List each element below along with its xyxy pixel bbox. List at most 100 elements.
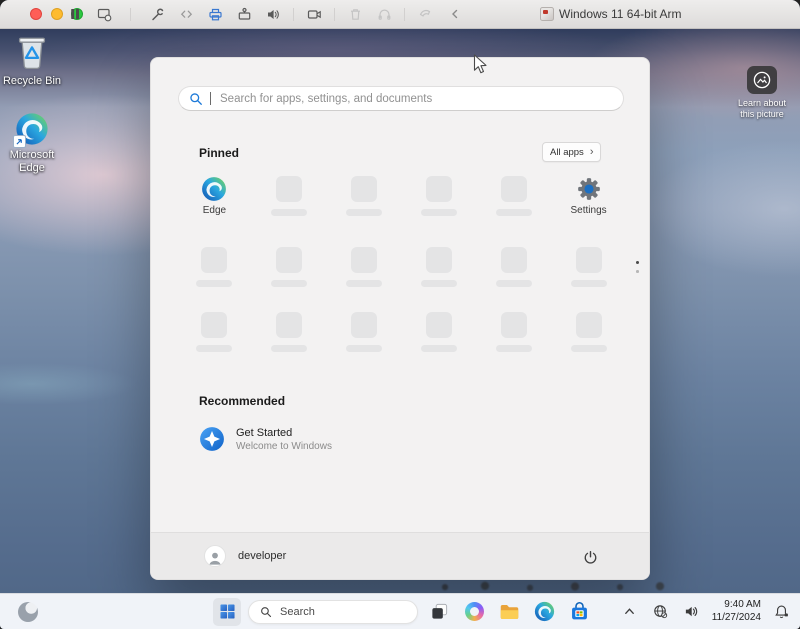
settings-gear-icon <box>576 176 602 202</box>
camera-icon[interactable] <box>305 4 323 24</box>
pinned-row-1: Edge Settings <box>177 176 626 216</box>
learn-about-picture[interactable]: Learn about this picture <box>732 66 792 121</box>
recommended-item-subtitle: Welcome to Windows <box>236 441 332 452</box>
pinned-app-edge[interactable]: Edge <box>177 176 252 216</box>
pinned-placeholder <box>476 247 551 287</box>
pinned-placeholder <box>177 247 252 287</box>
search-icon <box>189 92 203 106</box>
minimize-window-button[interactable] <box>51 8 63 20</box>
widgets-icon[interactable] <box>18 602 38 622</box>
pause-vm-icon[interactable] <box>66 4 84 24</box>
pinned-placeholder <box>252 312 327 352</box>
vm-document-icon <box>540 7 554 21</box>
clock[interactable]: 9:40 AM 11/27/2024 <box>712 599 761 624</box>
person-icon <box>207 550 223 566</box>
shortcut-arrow-icon <box>13 135 26 148</box>
window-title: Windows 11 64-bit Arm <box>559 7 682 21</box>
edge-icon <box>201 176 227 202</box>
pinned-app-label: Edge <box>203 205 226 216</box>
bell-icon <box>774 604 789 619</box>
copilot-button[interactable] <box>460 598 488 626</box>
start-search-box[interactable] <box>178 86 624 111</box>
start-menu-user-bar: developer <box>151 532 649 579</box>
microsoft-store-button[interactable] <box>565 598 593 626</box>
recycle-bin-icon <box>15 32 49 72</box>
windows-logo-icon <box>220 604 235 619</box>
tray-time: 9:40 AM <box>712 599 761 612</box>
edge-icon <box>534 601 555 622</box>
taskbar: Search <box>0 593 800 629</box>
chevron-right-icon: › <box>590 147 594 158</box>
network-button[interactable] <box>650 598 672 626</box>
learn-about-label: Learn about this picture <box>732 98 792 121</box>
task-view-icon <box>430 602 449 621</box>
toolbar-separator <box>293 8 294 21</box>
usb-device-icon[interactable] <box>235 4 253 24</box>
printer-icon[interactable] <box>206 4 224 24</box>
page-dot-active[interactable] <box>636 261 639 264</box>
user-name: developer <box>238 550 286 562</box>
pinned-placeholder <box>327 247 402 287</box>
trash-icon[interactable] <box>346 4 364 24</box>
pinned-placeholder <box>327 176 402 216</box>
notifications-button[interactable] <box>770 598 792 626</box>
page-dot[interactable] <box>636 270 639 273</box>
taskbar-search-label: Search <box>280 606 315 618</box>
all-apps-button[interactable]: All apps › <box>542 142 601 162</box>
pinned-placeholder <box>252 247 327 287</box>
sound-icon[interactable] <box>264 4 282 24</box>
user-profile-button[interactable]: developer <box>204 545 286 567</box>
task-view-button[interactable] <box>425 598 453 626</box>
hidden-icons-button[interactable] <box>619 598 641 626</box>
pinned-placeholder <box>551 312 626 352</box>
pinned-placeholder <box>476 176 551 216</box>
code-brackets-icon[interactable] <box>177 4 195 24</box>
toolbar-separator <box>334 8 335 21</box>
snapshots-icon[interactable] <box>95 4 113 24</box>
get-started-icon <box>199 426 225 452</box>
start-search-input[interactable] <box>218 92 613 106</box>
settings-wrench-icon[interactable] <box>148 4 166 24</box>
pinned-page-indicator[interactable] <box>636 261 639 273</box>
desktop-icon-recycle-bin[interactable]: Recycle Bin <box>0 32 64 88</box>
text-caret <box>210 92 211 105</box>
toolbar-separator <box>404 8 405 21</box>
vm-toolbar <box>66 0 463 28</box>
toolbar-separator <box>130 8 131 21</box>
file-explorer-button[interactable] <box>495 598 523 626</box>
pinned-placeholder <box>177 312 252 352</box>
pinned-placeholder <box>551 247 626 287</box>
pinned-app-settings[interactable]: Settings <box>551 176 626 216</box>
pinned-placeholder <box>402 176 477 216</box>
window-title-group: Windows 11 64-bit Arm <box>540 0 682 28</box>
power-button[interactable] <box>579 546 601 568</box>
pinned-header: Pinned <box>199 146 239 160</box>
titlebar: Windows 11 64-bit Arm <box>0 0 800 29</box>
start-button[interactable] <box>213 598 241 626</box>
pinned-placeholder <box>402 247 477 287</box>
recommended-item-get-started[interactable]: Get Started Welcome to Windows <box>199 426 332 452</box>
pinned-placeholder <box>402 312 477 352</box>
close-window-button[interactable] <box>30 8 42 20</box>
picture-icon[interactable] <box>747 66 777 94</box>
edge-button[interactable] <box>530 598 558 626</box>
folder-icon <box>499 603 520 621</box>
recommended-header: Recommended <box>199 394 285 408</box>
desktop-icon-microsoft-edge[interactable]: Microsoft Edge <box>0 112 64 174</box>
pinned-placeholder <box>252 176 327 216</box>
all-apps-label: All apps <box>550 147 584 158</box>
copilot-icon <box>465 602 484 621</box>
phone-icon[interactable] <box>416 4 434 24</box>
pinned-row-2 <box>177 247 626 287</box>
desktop-icon-label: Microsoft Edge <box>3 149 61 174</box>
tray-date: 11/27/2024 <box>712 612 761 625</box>
headphones-icon[interactable] <box>375 4 393 24</box>
system-tray: 9:40 AM 11/27/2024 <box>619 594 792 629</box>
taskbar-search[interactable]: Search <box>248 600 418 624</box>
collapse-toolbar-icon[interactable] <box>445 4 463 24</box>
store-icon <box>569 601 590 622</box>
desktop-icon-label: Recycle Bin <box>3 75 61 88</box>
taskbar-center: Search <box>213 594 593 629</box>
volume-button[interactable] <box>681 598 703 626</box>
pinned-placeholder <box>476 312 551 352</box>
